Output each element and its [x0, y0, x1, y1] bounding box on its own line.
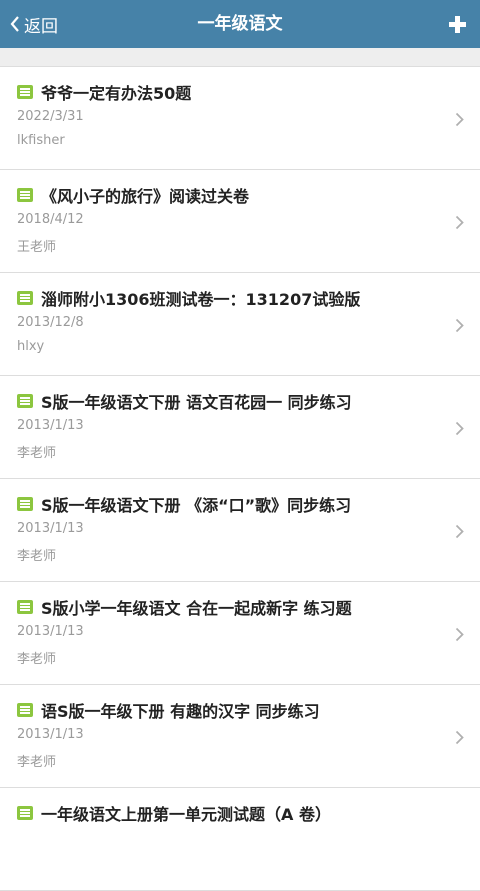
list-item[interactable]: 《风小子的旅行》阅读过关卷 2018/4/12 王老师	[0, 170, 480, 273]
list-item[interactable]: 语S版一年级下册 有趣的汉字 同步练习 2013/1/13 李老师	[0, 685, 480, 788]
item-date: 2013/1/13	[17, 521, 84, 536]
item-date: 2013/1/13	[17, 418, 84, 433]
document-icon	[17, 703, 33, 717]
chevron-right-icon	[455, 421, 464, 436]
document-icon	[17, 85, 33, 99]
item-author: 王老师	[17, 240, 57, 255]
item-date: 2013/12/8	[17, 315, 84, 330]
document-icon	[17, 497, 33, 511]
item-title: 《风小子的旅行》阅读过关卷	[41, 187, 250, 206]
item-author: 李老师	[17, 549, 57, 564]
list-item[interactable]: 一年级语文上册第一单元测试题（A 卷）	[0, 788, 480, 891]
item-author: lkfisher	[17, 133, 65, 148]
item-date: 2022/3/31	[17, 109, 84, 124]
list-item[interactable]: S版小学一年级语文 合在一起成新字 练习题 2013/1/13 李老师	[0, 582, 480, 685]
item-title-row: S版一年级语文下册 《添“口”歌》同步练习	[17, 492, 440, 516]
chevron-right-icon	[455, 524, 464, 539]
list-item[interactable]: S版一年级语文下册 语文百花园一 同步练习 2013/1/13 李老师	[0, 376, 480, 479]
chevron-right-icon	[455, 112, 464, 127]
item-title: S版一年级语文下册 《添“口”歌》同步练习	[41, 496, 352, 515]
chevron-right-icon	[455, 730, 464, 745]
item-title: 爷爷一定有办法50题	[41, 84, 192, 103]
item-title: S版小学一年级语文 合在一起成新字 练习题	[41, 599, 352, 618]
document-icon	[17, 188, 33, 202]
document-icon	[17, 806, 33, 820]
item-title: S版一年级语文下册 语文百花园一 同步练习	[41, 393, 352, 412]
item-title: 淄师附小1306班测试卷一：131207试验版	[41, 290, 361, 309]
item-title-row: 爷爷一定有办法50题	[17, 80, 440, 104]
nav-bar: 返回 一年级语文	[0, 0, 480, 48]
document-icon	[17, 394, 33, 408]
list-item[interactable]: S版一年级语文下册 《添“口”歌》同步练习 2013/1/13 李老师	[0, 479, 480, 582]
item-title-row: 《风小子的旅行》阅读过关卷	[17, 183, 440, 207]
item-title-row: S版一年级语文下册 语文百花园一 同步练习	[17, 389, 440, 413]
item-author: 李老师	[17, 446, 57, 461]
item-title-row: 一年级语文上册第一单元测试题（A 卷）	[17, 801, 440, 825]
chevron-right-icon	[455, 627, 464, 642]
item-title-row: 语S版一年级下册 有趣的汉字 同步练习	[17, 698, 440, 722]
item-author: hlxy	[17, 339, 45, 354]
list-item[interactable]: 淄师附小1306班测试卷一：131207试验版 2013/12/8 hlxy	[0, 273, 480, 376]
item-title: 语S版一年级下册 有趣的汉字 同步练习	[41, 702, 320, 721]
test-list: 爷爷一定有办法50题 2022/3/31 lkfisher 《风小子的旅行》阅读…	[0, 66, 480, 891]
item-title: 一年级语文上册第一单元测试题（A 卷）	[41, 805, 331, 824]
document-icon	[17, 600, 33, 614]
chevron-right-icon	[455, 318, 464, 333]
item-author: 李老师	[17, 652, 57, 667]
item-date: 2013/1/13	[17, 624, 84, 639]
item-date: 2018/4/12	[17, 212, 84, 227]
document-icon	[17, 291, 33, 305]
list-item[interactable]: 爷爷一定有办法50题 2022/3/31 lkfisher	[0, 67, 480, 170]
item-date: 2013/1/13	[17, 727, 84, 742]
chevron-right-icon	[455, 215, 464, 230]
plus-icon[interactable]	[449, 16, 466, 33]
item-author: 李老师	[17, 755, 57, 770]
page-title: 一年级语文	[197, 14, 283, 34]
item-title-row: S版小学一年级语文 合在一起成新字 练习题	[17, 595, 440, 619]
item-title-row: 淄师附小1306班测试卷一：131207试验版	[17, 286, 440, 310]
top-spacer	[0, 48, 480, 66]
